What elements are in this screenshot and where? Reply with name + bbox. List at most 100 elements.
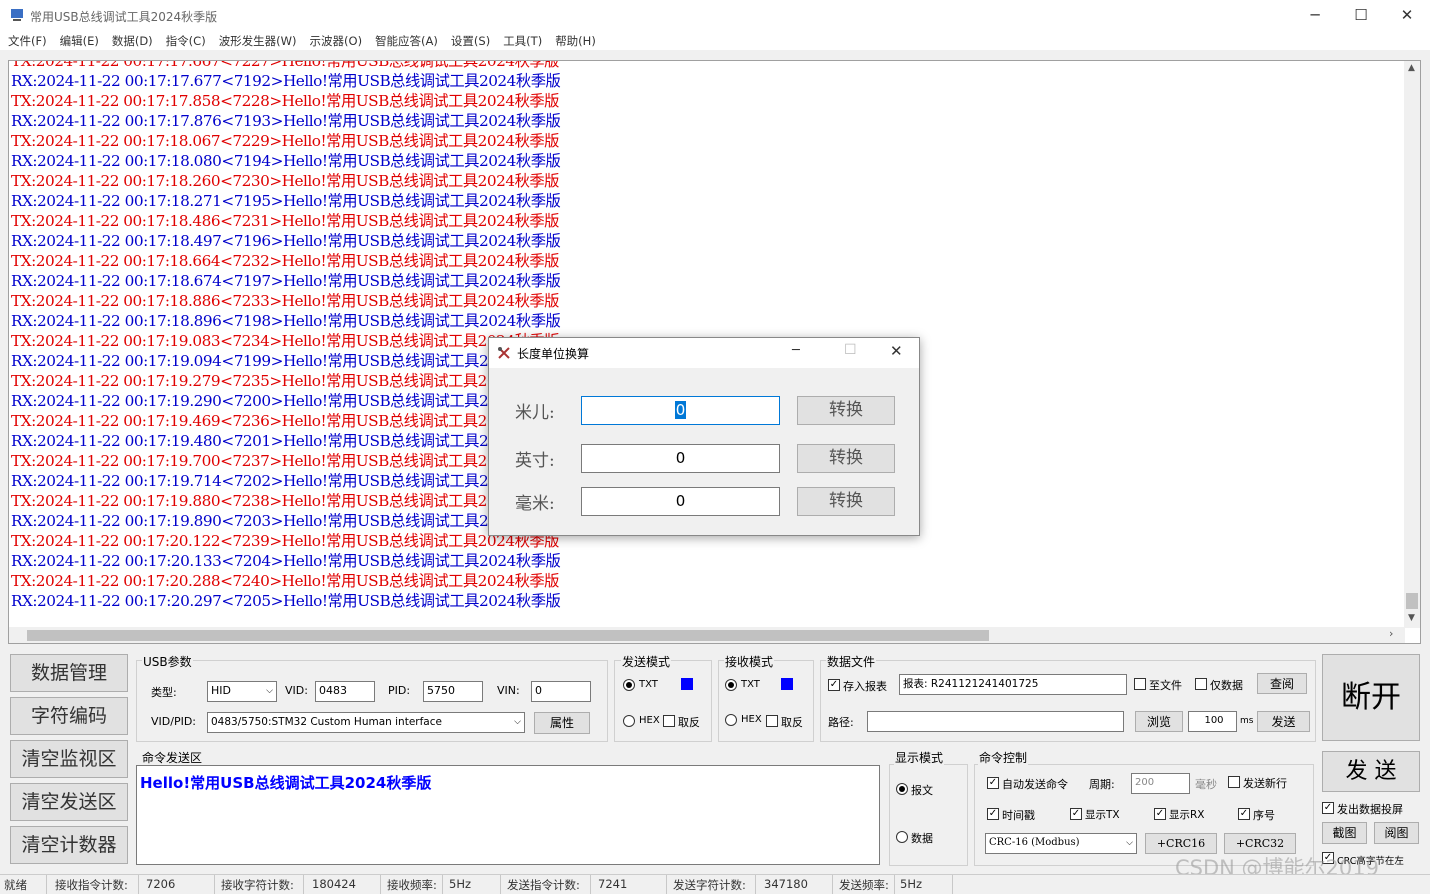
menu-data[interactable]: 数据(D) bbox=[112, 33, 153, 50]
status-separator bbox=[214, 875, 215, 894]
send-newline-checkbox[interactable] bbox=[1228, 776, 1240, 788]
vin-input[interactable]: 0 bbox=[531, 681, 591, 702]
menu-smart-reply[interactable]: 智能应答(A) bbox=[375, 33, 438, 50]
menu-help[interactable]: 帮助(H) bbox=[555, 33, 596, 50]
show-tx-checkbox[interactable]: ✓ bbox=[1070, 808, 1082, 820]
mm-label: 毫米: bbox=[515, 494, 555, 514]
log-line: RX:2024-11-22 00:17:17.876<7193>Hello!常用… bbox=[11, 112, 561, 130]
log-line: TX:2024-11-22 00:17:18.664<7232>Hello!常用… bbox=[11, 252, 559, 270]
interval-unit: ms bbox=[1240, 716, 1254, 726]
clear-counter-button[interactable]: 清空计数器 bbox=[10, 826, 128, 864]
menu-waveform[interactable]: 波形发生器(W) bbox=[219, 33, 297, 50]
menu-file[interactable]: 文件(F) bbox=[8, 33, 47, 50]
save-report-checkbox[interactable]: ✓ bbox=[828, 679, 840, 691]
recv-txt-radio[interactable] bbox=[725, 679, 737, 691]
log-lines: TX:2024-11-22 00:17:17.667<7227>Hello!常用… bbox=[11, 60, 561, 611]
view-report-button[interactable]: 查阅 bbox=[1257, 673, 1307, 694]
horizontal-scroll-thumb[interactable] bbox=[27, 630, 989, 641]
menu-tools[interactable]: 工具(T) bbox=[503, 33, 542, 50]
minimize-button[interactable]: ─ bbox=[1292, 0, 1338, 32]
cmd-control-title: 命令控制 bbox=[978, 749, 1029, 766]
log-line: RX:2024-11-22 00:17:17.677<7192>Hello!常用… bbox=[11, 72, 561, 90]
meter-label: 米儿: bbox=[515, 403, 555, 423]
status-separator bbox=[590, 875, 591, 894]
show-rx-label: 显示RX bbox=[1169, 809, 1205, 821]
log-line: RX:2024-11-22 00:17:20.133<7204>Hello!常用… bbox=[11, 552, 561, 570]
properties-button[interactable]: 属性 bbox=[534, 712, 590, 734]
log-line: RX:2024-11-22 00:17:18.080<7194>Hello!常用… bbox=[11, 152, 561, 170]
tx-cmd-count: 7241 bbox=[598, 877, 628, 891]
screen-cast-checkbox[interactable]: ✓ bbox=[1322, 802, 1334, 814]
status-separator bbox=[380, 875, 381, 894]
data-manage-button[interactable]: 数据管理 bbox=[10, 654, 128, 692]
horizontal-scrollbar[interactable]: › bbox=[9, 627, 1405, 643]
scroll-right-icon[interactable]: › bbox=[1389, 627, 1393, 640]
menu-command[interactable]: 指令(C) bbox=[166, 33, 206, 50]
display-mode-title: 显示模式 bbox=[894, 749, 945, 766]
report-name-input[interactable]: 报表: R241121241401725 bbox=[899, 674, 1127, 695]
inch-input[interactable]: 0 bbox=[581, 444, 780, 473]
send-txt-radio[interactable] bbox=[623, 679, 635, 691]
crc32-button[interactable]: +CRC32 bbox=[1224, 833, 1296, 854]
dialog-close-button[interactable]: ✕ bbox=[890, 342, 903, 360]
inch-convert-button[interactable]: 转换 bbox=[797, 444, 895, 473]
to-file-label: 至文件 bbox=[1149, 679, 1182, 692]
meter-input[interactable]: 0 bbox=[581, 396, 780, 425]
menu-edit[interactable]: 编辑(E) bbox=[60, 33, 99, 50]
data-only-checkbox[interactable] bbox=[1195, 678, 1207, 690]
clear-send-button[interactable]: 清空发送区 bbox=[10, 783, 128, 821]
to-file-checkbox[interactable] bbox=[1134, 678, 1146, 690]
dialog-maximize-button: ☐ bbox=[844, 342, 857, 358]
log-line: TX:2024-11-22 00:17:17.667<7227>Hello!常用… bbox=[11, 60, 559, 70]
period-input[interactable]: 200 bbox=[1131, 773, 1190, 794]
recv-txt-label: TXT bbox=[741, 679, 760, 690]
clear-monitor-button[interactable]: 清空监视区 bbox=[10, 740, 128, 778]
dialog-minimize-button[interactable]: ─ bbox=[792, 343, 800, 358]
display-report-radio[interactable] bbox=[896, 783, 908, 795]
path-input[interactable] bbox=[867, 711, 1124, 732]
menu-settings[interactable]: 设置(S) bbox=[451, 33, 490, 50]
crc-select[interactable]: CRC-16 (Modbus) ⌵ bbox=[985, 833, 1137, 854]
send-invert-checkbox[interactable] bbox=[663, 715, 675, 727]
pid-input[interactable]: 5750 bbox=[423, 681, 483, 702]
screenshot-button[interactable]: 截图 bbox=[1322, 822, 1367, 844]
tx-char-count: 347180 bbox=[764, 877, 808, 891]
vid-input[interactable]: 0483 bbox=[315, 681, 375, 702]
interval-input[interactable]: 100 bbox=[1188, 711, 1237, 732]
mm-convert-button[interactable]: 转换 bbox=[797, 487, 895, 516]
scroll-down-icon[interactable]: ▼ bbox=[1408, 613, 1415, 623]
timestamp-checkbox[interactable]: ✓ bbox=[987, 808, 999, 820]
rx-char-count: 180424 bbox=[312, 877, 356, 891]
vidpid-select[interactable]: 0483/5750:STM32 Custom Human interface ⌵ bbox=[207, 712, 525, 733]
recv-invert-checkbox[interactable] bbox=[766, 715, 778, 727]
file-send-button[interactable]: 发送 bbox=[1257, 711, 1310, 732]
recv-hex-radio[interactable] bbox=[725, 714, 737, 726]
display-data-radio[interactable] bbox=[896, 831, 908, 843]
vertical-scrollbar[interactable]: ▲ ▼ bbox=[1404, 61, 1420, 628]
type-select[interactable]: HID ⌵ bbox=[207, 681, 277, 702]
show-rx-checkbox[interactable]: ✓ bbox=[1154, 808, 1166, 820]
close-button[interactable]: ✕ bbox=[1384, 0, 1430, 32]
disconnect-button[interactable]: 断开 bbox=[1322, 654, 1420, 741]
pid-label: PID: bbox=[388, 684, 411, 697]
menu-oscilloscope[interactable]: 示波器(O) bbox=[310, 33, 363, 50]
seq-checkbox[interactable]: ✓ bbox=[1238, 808, 1250, 820]
recv-color-swatch[interactable] bbox=[781, 678, 793, 690]
vertical-scroll-thumb[interactable] bbox=[1406, 593, 1418, 609]
cmd-textarea[interactable]: Hello!常用USB总线调试工具2024秋季版 bbox=[136, 765, 880, 865]
show-tx-label: 显示TX bbox=[1085, 809, 1120, 821]
chevron-down-icon: ⌵ bbox=[266, 686, 273, 696]
meter-convert-button[interactable]: 转换 bbox=[797, 396, 895, 425]
crc16-button[interactable]: +CRC16 bbox=[1145, 833, 1217, 854]
send-hex-radio[interactable] bbox=[623, 715, 635, 727]
char-encoding-button[interactable]: 字符编码 bbox=[10, 697, 128, 735]
log-line: TX:2024-11-22 00:17:19.469<7236>Hello!常用… bbox=[11, 412, 559, 430]
mm-input[interactable]: 0 bbox=[581, 487, 780, 516]
send-color-swatch[interactable] bbox=[681, 678, 693, 690]
browse-button[interactable]: 浏览 bbox=[1135, 711, 1183, 732]
scroll-up-icon[interactable]: ▲ bbox=[1408, 63, 1415, 73]
view-image-button[interactable]: 阅图 bbox=[1374, 822, 1419, 844]
maximize-button[interactable]: ☐ bbox=[1338, 0, 1384, 32]
auto-send-checkbox[interactable]: ✓ bbox=[987, 777, 999, 789]
send-button[interactable]: 发 送 bbox=[1322, 751, 1420, 792]
